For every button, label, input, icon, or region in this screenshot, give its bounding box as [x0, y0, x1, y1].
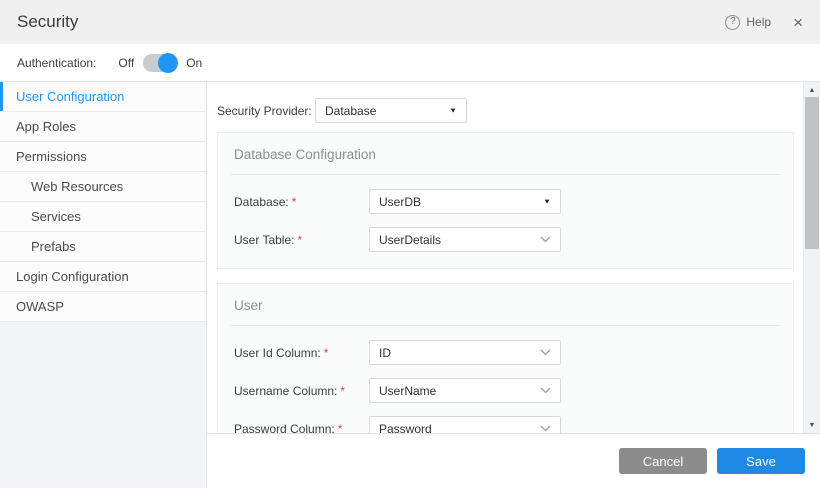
required-asterisk: * [340, 384, 345, 398]
cancel-button[interactable]: Cancel [619, 448, 707, 474]
security-provider-row: Security Provider: Database ▼ [217, 98, 793, 123]
vertical-scrollbar[interactable]: ▲ ▼ [803, 82, 820, 433]
scroll-down-icon[interactable]: ▼ [804, 418, 820, 432]
user-id-column-field-row: User Id Column:* ID [231, 340, 780, 365]
user-table-value: UserDetails [379, 233, 441, 247]
password-column-value: Password [379, 422, 432, 434]
chevron-down-icon [540, 387, 551, 394]
password-column-field-row: Password Column:* Password [231, 416, 780, 433]
security-provider-value: Database [325, 104, 376, 118]
username-column-label: Username Column:* [234, 384, 369, 398]
user-table-label: User Table:* [234, 233, 369, 247]
database-select[interactable]: UserDB ▼ [369, 189, 561, 214]
panel-title-database-configuration: Database Configuration [231, 145, 780, 175]
database-configuration-panel: Database Configuration Database:* UserDB… [217, 132, 794, 269]
sidebar-item-prefabs[interactable]: Prefabs [0, 232, 206, 262]
required-asterisk: * [324, 346, 329, 360]
security-provider-label: Security Provider: [217, 104, 315, 118]
password-column-label: Password Column:* [234, 422, 369, 434]
sidebar-item-user-configuration[interactable]: User Configuration [0, 82, 206, 112]
toggle-off-label: Off [118, 56, 134, 70]
help-icon: ? [725, 15, 740, 30]
save-button[interactable]: Save [717, 448, 805, 474]
dropdown-arrow-icon: ▼ [543, 198, 551, 206]
help-label: Help [746, 15, 771, 29]
authentication-label: Authentication: [17, 56, 96, 70]
sidebar-item-web-resources[interactable]: Web Resources [0, 172, 206, 202]
scroll-up-icon[interactable]: ▲ [804, 83, 820, 97]
user-id-column-label: User Id Column:* [234, 346, 369, 360]
database-label: Database:* [234, 195, 369, 209]
dropdown-arrow-icon: ▼ [449, 107, 457, 115]
security-dialog: Security ? Help × Authentication: Off On… [0, 0, 820, 488]
password-column-select[interactable]: Password [369, 416, 561, 433]
footer: Cancel Save [207, 433, 820, 488]
close-icon[interactable]: × [793, 14, 803, 31]
authentication-toggle[interactable] [143, 54, 177, 72]
user-table-field-row: User Table:* UserDetails [231, 227, 780, 252]
username-column-field-row: Username Column:* UserName [231, 378, 780, 403]
scrollbar-thumb[interactable] [805, 97, 819, 249]
content-area: Security Provider: Database ▼ Database C… [207, 82, 820, 433]
sidebar-item-login-configuration[interactable]: Login Configuration [0, 262, 206, 292]
sidebar-item-app-roles[interactable]: App Roles [0, 112, 206, 142]
user-table-select[interactable]: UserDetails [369, 227, 561, 252]
chevron-down-icon [540, 425, 551, 432]
help-button[interactable]: ? Help [725, 15, 771, 30]
database-field-row: Database:* UserDB ▼ [231, 189, 780, 214]
sidebar: User Configuration App Roles Permissions… [0, 82, 207, 488]
sidebar-item-owasp[interactable]: OWASP [0, 292, 206, 322]
username-column-select[interactable]: UserName [369, 378, 561, 403]
username-column-value: UserName [379, 384, 436, 398]
database-value: UserDB [379, 195, 421, 209]
chevron-down-icon [540, 236, 551, 243]
toggle-on-label: On [186, 56, 202, 70]
user-panel: User User Id Column:* ID Username Column… [217, 283, 794, 433]
titlebar: Security ? Help × [0, 0, 820, 44]
page-title: Security [17, 12, 78, 32]
toggle-knob [158, 53, 178, 73]
sidebar-item-services[interactable]: Services [0, 202, 206, 232]
user-id-column-select[interactable]: ID [369, 340, 561, 365]
required-asterisk: * [297, 233, 302, 247]
required-asterisk: * [338, 422, 343, 434]
user-id-column-value: ID [379, 346, 391, 360]
chevron-down-icon [540, 349, 551, 356]
required-asterisk: * [292, 195, 297, 209]
security-provider-select[interactable]: Database ▼ [315, 98, 467, 123]
panel-title-user: User [231, 296, 780, 326]
sidebar-item-permissions[interactable]: Permissions [0, 142, 206, 172]
authentication-row: Authentication: Off On [0, 44, 820, 82]
